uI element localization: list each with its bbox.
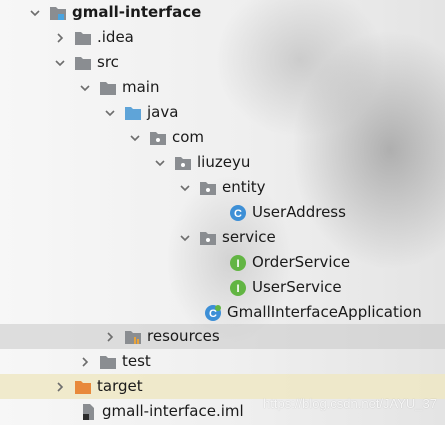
interface-icon-letter: I xyxy=(236,258,239,270)
package-icon xyxy=(198,175,218,200)
resources-folder-label: resources xyxy=(147,327,220,345)
tree-row-src[interactable]: src xyxy=(0,50,445,75)
tree-row-main[interactable]: main xyxy=(0,75,445,100)
entity-package-label: entity xyxy=(222,178,266,196)
java-folder-label: java xyxy=(147,103,179,121)
tree-row-com[interactable]: com xyxy=(0,125,445,150)
resources-folder-icon xyxy=(123,324,143,349)
folder-icon xyxy=(73,25,93,50)
tree-row-idea[interactable]: .idea xyxy=(0,25,445,50)
package-icon xyxy=(148,125,168,150)
src-folder-label: src xyxy=(97,53,119,71)
chevron-down-icon[interactable] xyxy=(103,100,117,125)
watermark-text: https://blog.csdn.net/JAYU_37 xyxy=(263,396,437,411)
project-tree: gmall-interface .idea src main java com … xyxy=(0,0,445,425)
chevron-right-icon[interactable] xyxy=(53,25,67,50)
tree-row-project[interactable]: gmall-interface xyxy=(0,0,445,25)
main-folder-label: main xyxy=(122,78,160,96)
idea-folder-label: .idea xyxy=(97,28,134,46)
chevron-right-icon[interactable] xyxy=(78,349,92,374)
service-package-label: service xyxy=(222,228,276,246)
folder-icon xyxy=(98,75,118,100)
tree-row-test[interactable]: test xyxy=(0,349,445,374)
application-label: GmallInterfaceApplication xyxy=(227,303,422,321)
tree-row-user-service[interactable]: I UserService xyxy=(0,275,445,300)
user-address-label: UserAddress xyxy=(252,203,346,221)
liuzeyu-package-label: liuzeyu xyxy=(197,153,251,171)
chevron-down-icon[interactable] xyxy=(153,150,167,175)
tree-row-liuzeyu[interactable]: liuzeyu xyxy=(0,150,445,175)
tree-row-order-service[interactable]: I OrderService xyxy=(0,250,445,275)
chevron-down-icon[interactable] xyxy=(178,225,192,250)
tree-row-application[interactable]: C GmallInterfaceApplication xyxy=(0,300,445,325)
excluded-folder-icon xyxy=(73,374,93,399)
iml-file-label: gmall-interface.iml xyxy=(102,402,244,420)
user-service-label: UserService xyxy=(252,278,342,296)
chevron-down-icon[interactable] xyxy=(28,0,42,25)
interface-icon-letter: I xyxy=(236,283,239,295)
tree-row-java[interactable]: java xyxy=(0,100,445,125)
folder-icon xyxy=(98,349,118,374)
package-icon xyxy=(198,225,218,250)
chevron-right-icon[interactable] xyxy=(103,324,117,349)
project-name: gmall-interface xyxy=(72,3,202,21)
interface-icon: I xyxy=(228,275,248,300)
test-folder-label: test xyxy=(122,352,151,370)
interface-icon: I xyxy=(228,250,248,275)
chevron-down-icon[interactable] xyxy=(53,50,67,75)
chevron-down-icon[interactable] xyxy=(78,75,92,100)
source-folder-icon xyxy=(123,100,143,125)
module-file-icon xyxy=(78,399,98,424)
chevron-down-icon[interactable] xyxy=(128,125,142,150)
com-package-label: com xyxy=(172,128,205,146)
tree-row-service[interactable]: service xyxy=(0,225,445,250)
order-service-label: OrderService xyxy=(252,253,351,271)
class-icon-letter: C xyxy=(234,208,242,220)
tree-row-resources[interactable]: resources xyxy=(0,324,445,349)
chevron-right-icon[interactable] xyxy=(53,374,67,399)
class-icon: C xyxy=(228,200,248,225)
folder-icon xyxy=(73,50,93,75)
tree-row-user-address[interactable]: C UserAddress xyxy=(0,200,445,225)
chevron-down-icon[interactable] xyxy=(178,175,192,200)
tree-row-entity[interactable]: entity xyxy=(0,175,445,200)
package-icon xyxy=(173,150,193,175)
target-folder-label: target xyxy=(97,377,143,395)
spring-boot-class-icon: C xyxy=(203,300,223,325)
module-folder-icon xyxy=(48,0,68,25)
